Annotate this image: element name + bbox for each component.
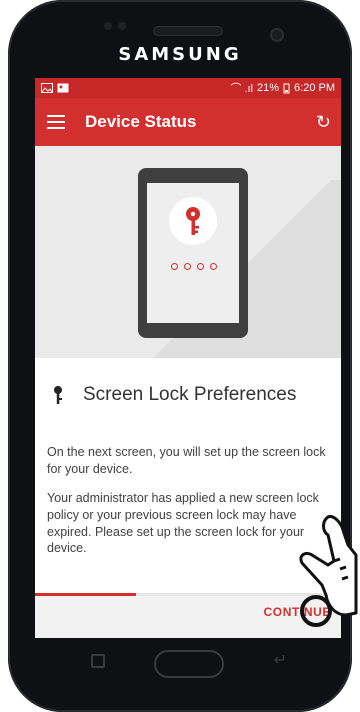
- refresh-icon[interactable]: ↻: [316, 112, 331, 133]
- key-badge: [169, 197, 217, 245]
- progress-fill: [35, 593, 136, 596]
- home-button[interactable]: [154, 650, 224, 678]
- tablet-screen: [147, 183, 239, 323]
- image-icon: [41, 83, 53, 93]
- tablet-illustration: [138, 168, 248, 338]
- brand-logo: SAMSUNG: [118, 44, 242, 65]
- hero-illustration: [35, 146, 341, 358]
- phone-top: SAMSUNG: [8, 0, 352, 78]
- back-icon[interactable]: ↵: [274, 650, 287, 670]
- battery-icon: [283, 83, 290, 93]
- tap-hand-icon: [299, 515, 358, 627]
- sensor-icon: [104, 22, 112, 30]
- key-icon: [54, 386, 62, 404]
- section-header: Screen Lock Preferences: [35, 358, 341, 414]
- status-left: [41, 83, 69, 93]
- photo-icon: [57, 83, 69, 93]
- clock: 6:20 PM: [294, 82, 335, 94]
- status-bar: ⌒ .ıl 21% 6:20 PM: [35, 78, 341, 98]
- status-right: ⌒ .ıl 21% 6:20 PM: [230, 80, 335, 96]
- app-bar: Device Status ↻: [35, 98, 341, 146]
- app-title: Device Status: [85, 112, 197, 131]
- section-title: Screen Lock Preferences: [83, 384, 297, 405]
- camera-icon: [270, 28, 284, 42]
- body-paragraph-1: On the next screen, you will set up the …: [47, 445, 326, 476]
- key-icon: [186, 207, 200, 235]
- signal-icon: ⌒ .ıl: [230, 83, 253, 95]
- recent-apps-icon[interactable]: [91, 654, 105, 668]
- sensor-icon: [118, 22, 126, 30]
- pin-dots: [171, 263, 217, 270]
- battery-percent: 21%: [257, 82, 280, 94]
- speaker-grill: [153, 26, 223, 36]
- nav-bar: ↵: [35, 638, 341, 688]
- menu-icon[interactable]: [47, 115, 65, 129]
